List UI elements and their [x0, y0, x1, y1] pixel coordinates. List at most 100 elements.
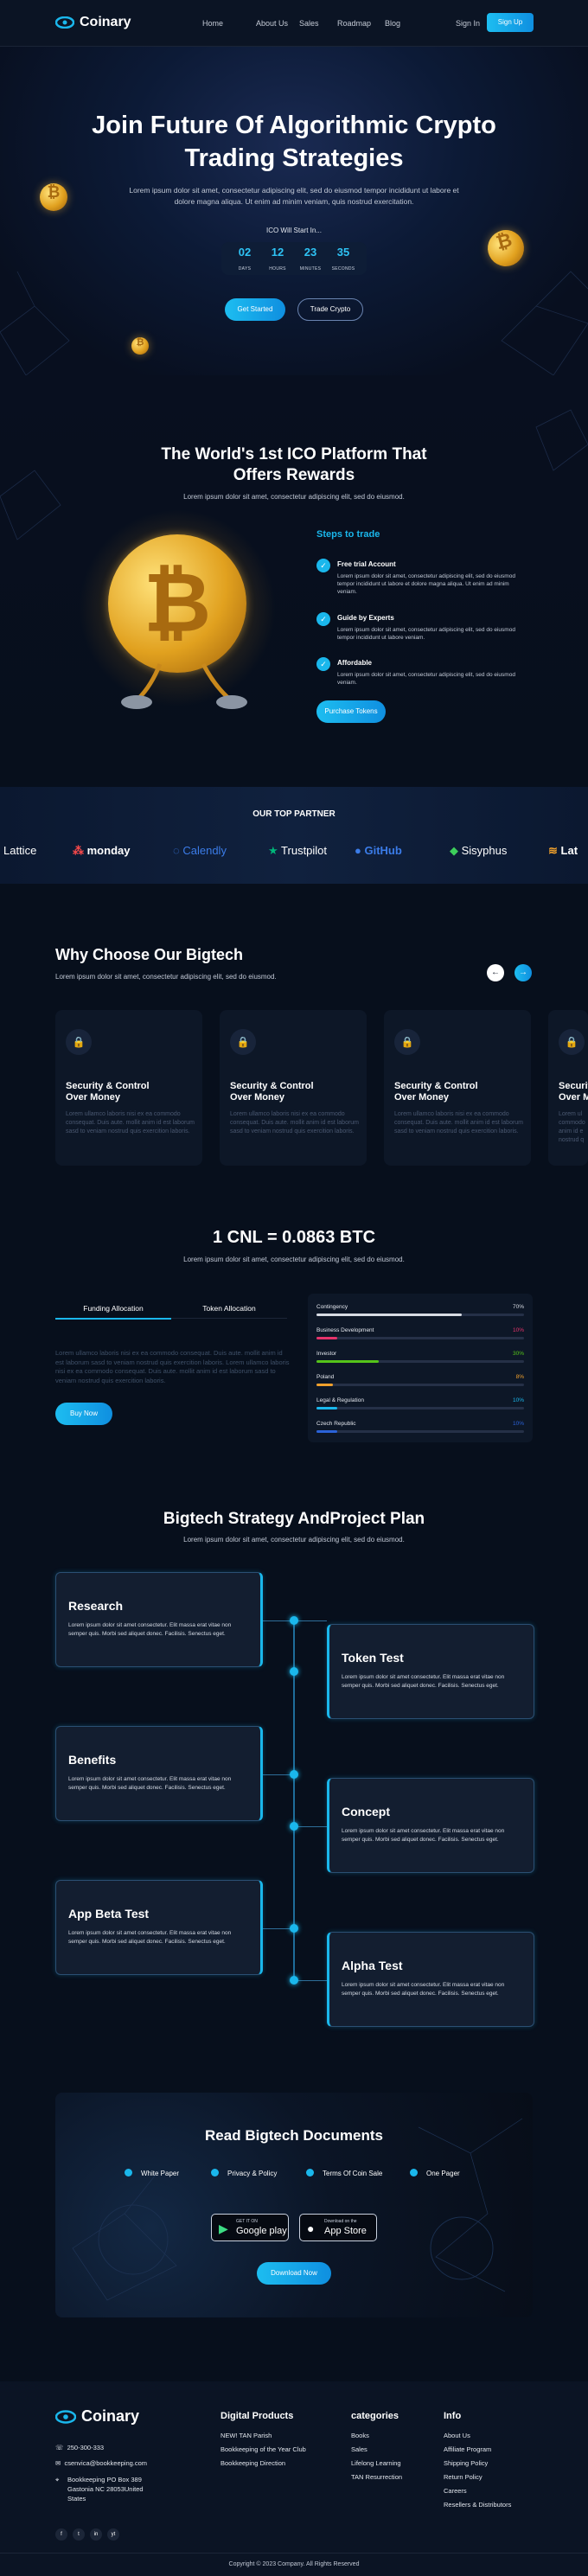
footer-link[interactable]: Affiliate Program: [444, 2445, 491, 2453]
roadmap-card-text: Lorem ipsum dolor sit amet consectetur. …: [68, 1930, 232, 1945]
footer-brand-logo[interactable]: Coinary: [55, 2407, 139, 2426]
countdown-hours-unit: HOURS: [269, 266, 286, 272]
roadmap-card-concept[interactable]: Concept Lorem ipsum dolor sit amet consec…: [327, 1778, 534, 1873]
feature-card-partial[interactable]: 🔒 Securit Over M Lorem ul commodo anim id…: [548, 1010, 588, 1166]
partner-trustpilot: ★ Trustpilot: [268, 844, 327, 858]
footer-email[interactable]: ✉ csenvica@bookkeeping.com: [55, 2459, 147, 2467]
footer-phone-value: 250-300-333: [67, 2444, 105, 2451]
allocation-track: [316, 1407, 524, 1409]
twitter-icon[interactable]: t: [73, 2528, 85, 2541]
lock-icon: 🔒: [559, 1029, 585, 1055]
roadmap-card-token-test[interactable]: Token Test Lorem ipsum dolor sit amet con…: [327, 1624, 534, 1719]
roadmap-card-app-beta[interactable]: App Beta Test Lorem ipsum dolor sit amet …: [55, 1880, 263, 1975]
card-title-line2: Over M: [559, 1092, 588, 1103]
footer-link[interactable]: Lifelong Learning: [351, 2459, 401, 2467]
card-title-line1: Security & Control: [230, 1081, 314, 1091]
hero-desc-line2: dolore magna aliqua. Ut enim ad minim ve…: [174, 197, 414, 206]
tab-token-allocation[interactable]: Token Allocation: [171, 1304, 287, 1319]
footer-link[interactable]: Bookkeeping Direction: [220, 2459, 285, 2467]
allocation-fill: [316, 1337, 337, 1339]
nav-link-blog[interactable]: Blog: [385, 19, 411, 28]
token-rate-title: 1 CNL = 0.0863 BTC: [212, 1228, 376, 1247]
app-store-label: App Store: [324, 2226, 367, 2236]
nav-link-roadmap[interactable]: Roadmap: [337, 19, 385, 28]
footer-link[interactable]: Careers: [444, 2487, 467, 2495]
carousel-prev-button[interactable]: ←: [487, 964, 504, 981]
allocation-fill: [316, 1384, 334, 1386]
footer-link[interactable]: Return Policy: [444, 2473, 483, 2481]
doc-white-paper[interactable]: White Paper: [125, 2169, 179, 2177]
roadmap-card-alpha-test[interactable]: Alpha Test Lorem ipsum dolor sit amet con…: [327, 1932, 534, 2027]
card-text: Lorem ullamco laboris nisi ex ea commodo…: [230, 1111, 360, 1135]
allocation-name: Contingency: [316, 1304, 348, 1310]
roadmap-card-text: Lorem ipsum dolor sit amet consectetur. …: [342, 1674, 505, 1689]
allocation-percent: 10%: [512, 1327, 524, 1333]
why-title: Why Choose Our Bigtech: [55, 946, 244, 963]
footer-link[interactable]: Resellers & Distributors: [444, 2501, 511, 2509]
footer-divider: [0, 2553, 588, 2554]
youtube-icon[interactable]: yt: [107, 2528, 119, 2541]
partners-heading: OUR TOP PARTNER: [252, 809, 336, 819]
hero-section: Join Future Of Algorithmic Crypto Tradin…: [0, 47, 588, 375]
tab-funding-allocation[interactable]: Funding Allocation: [55, 1304, 171, 1320]
nav-link-sales[interactable]: Sales: [299, 19, 337, 28]
network-lines-decoration: [0, 271, 588, 375]
doc-privacy-policy[interactable]: Privacy & Policy: [211, 2169, 277, 2177]
linkedin-icon[interactable]: in: [90, 2528, 102, 2541]
countdown-days-unit: DAYS: [238, 266, 252, 272]
signup-button[interactable]: Sign Up: [487, 13, 534, 32]
footer-link[interactable]: Sales: [351, 2445, 368, 2453]
card-title-line2: Over Money: [66, 1092, 120, 1103]
doc-one-pager[interactable]: One Pager: [410, 2169, 460, 2177]
facebook-icon[interactable]: f: [55, 2528, 67, 2541]
doc-terms-coin-sale-label: Terms Of Coin Sale: [323, 2170, 383, 2177]
card-title-line2: Over Money: [394, 1092, 449, 1103]
footer-link[interactable]: About Us: [444, 2432, 470, 2439]
lock-icon: 🔒: [394, 1029, 420, 1055]
why-subtitle: Lorem ipsum dolor sit amet, consectetur …: [55, 973, 277, 981]
apple-icon: ●: [307, 2221, 315, 2235]
doc-terms-coin-sale[interactable]: Terms Of Coin Sale: [306, 2169, 382, 2177]
card-title: Securit Over M: [559, 1081, 588, 1103]
trade-crypto-button[interactable]: Trade Crypto: [297, 298, 363, 321]
card-text: Lorem ullamco laboris nisi ex ea commodo…: [66, 1111, 195, 1135]
brand-logo[interactable]: Coinary: [55, 15, 131, 30]
roadmap-card-title: Token Test: [342, 1651, 404, 1665]
doc-one-pager-label: One Pager: [426, 2170, 460, 2177]
feature-card[interactable]: 🔒 Security & Control Over Money Lorem ull…: [220, 1010, 367, 1166]
footer-address: ⌖ Bookkeeping PO Box 389 Gastonia NC 28053…: [55, 2475, 144, 2503]
footer-link[interactable]: NEW! TAN Parish: [220, 2432, 272, 2439]
get-started-button[interactable]: Get Started: [225, 298, 285, 321]
roadmap-card-benefits[interactable]: Benefits Lorem ipsum dolor sit amet conse…: [55, 1726, 263, 1821]
ico-title-line2: Offers Rewards: [233, 466, 355, 484]
nav-link-about[interactable]: About Us: [256, 19, 299, 28]
location-pin-icon: ⌖: [55, 2476, 60, 2483]
timeline-dot: [290, 1667, 298, 1676]
timeline-dot: [290, 1770, 298, 1779]
signin-link[interactable]: Sign In: [456, 19, 480, 28]
footer-phone[interactable]: ☏ 250-300-333: [55, 2444, 104, 2451]
app-store-button[interactable]: ● Download on the App Store: [299, 2214, 377, 2241]
card-text: Lorem ullamco laboris nisi ex ea commodo…: [394, 1111, 524, 1135]
carousel-next-button[interactable]: →: [514, 964, 532, 981]
allocation-percent: 70%: [512, 1304, 524, 1310]
step-title: Affordable: [337, 659, 372, 667]
buy-now-button[interactable]: Buy Now: [55, 1403, 112, 1425]
footer-link[interactable]: Bookkeeping of the Year Club: [220, 2445, 306, 2453]
roadmap-card-research[interactable]: Research Lorem ipsum dolor sit amet conse…: [55, 1572, 263, 1667]
footer-link[interactable]: Books: [351, 2432, 369, 2439]
partner-trustpilot-label: Trustpilot: [281, 844, 328, 857]
nav-link-home[interactable]: Home: [202, 19, 256, 28]
footer-link[interactable]: TAN Resurrection: [351, 2473, 402, 2481]
card-title-line1: Security & Control: [66, 1081, 150, 1091]
download-now-button[interactable]: Download Now: [257, 2262, 331, 2285]
footer-link[interactable]: Shipping Policy: [444, 2459, 488, 2467]
feature-card[interactable]: 🔒 Security & Control Over Money Lorem ull…: [384, 1010, 531, 1166]
roadmap-card-text: Lorem ipsum dolor sit amet consectetur. …: [68, 1622, 232, 1637]
feature-card[interactable]: 🔒 Security & Control Over Money Lorem ull…: [55, 1010, 202, 1166]
bullet-icon: [211, 2169, 219, 2176]
allocation-fill: [316, 1314, 462, 1316]
connector: [294, 1620, 327, 1621]
purchase-tokens-button[interactable]: Purchase Tokens: [316, 700, 386, 723]
google-play-button[interactable]: ▶ GET IT ON Google play: [211, 2214, 289, 2241]
